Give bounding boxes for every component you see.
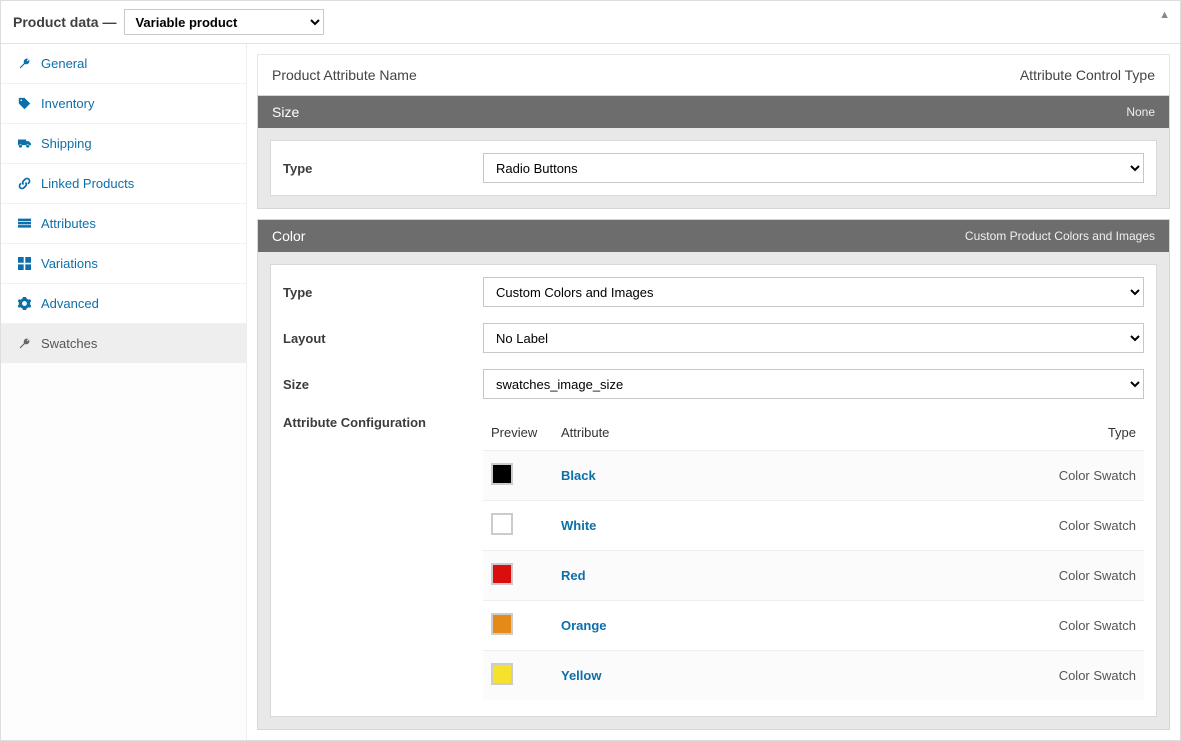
attribute-control-type: None: [1126, 105, 1155, 119]
field-label: Attribute Configuration: [283, 415, 483, 430]
product-data-panel: Product data — Variable product ▲ Genera…: [0, 0, 1181, 741]
column-header-attribute-name: Product Attribute Name: [272, 67, 417, 83]
sidebar-item-label: Attributes: [41, 216, 96, 231]
sidebar-item-advanced[interactable]: Advanced: [1, 283, 246, 323]
swatch-attribute-name[interactable]: White: [561, 518, 596, 533]
table-row[interactable]: Orange Color Swatch: [483, 601, 1144, 651]
type-select[interactable]: Radio Buttons: [483, 153, 1144, 183]
sidebar-item-label: Inventory: [41, 96, 94, 111]
size-select[interactable]: swatches_image_size: [483, 369, 1144, 399]
link-icon: [15, 177, 33, 190]
field-label: Size: [283, 377, 483, 392]
swatch-type: Color Swatch: [794, 501, 1144, 551]
swatch-attribute-name[interactable]: Black: [561, 468, 596, 483]
wrench-icon: [15, 57, 33, 70]
attribute-name: Color: [272, 228, 305, 244]
swatch-preview: [491, 463, 513, 485]
swatch-preview: [491, 563, 513, 585]
sidebar-item-label: Swatches: [41, 336, 97, 351]
sidebar-item-linked-products[interactable]: Linked Products: [1, 163, 246, 203]
sidebar-item-general[interactable]: General: [1, 44, 246, 83]
attribute-control-type: Custom Product Colors and Images: [965, 229, 1155, 243]
table-row[interactable]: Black Color Swatch: [483, 451, 1144, 501]
field-row-type: Type Custom Colors and Images: [283, 277, 1144, 307]
sidebar-item-label: General: [41, 56, 87, 71]
attribute-section-size: Size None Type Radio Buttons: [257, 95, 1170, 209]
sidebar-item-swatches[interactable]: Swatches: [1, 323, 246, 363]
section-header-row: Product Attribute Name Attribute Control…: [257, 54, 1170, 95]
field-row-layout: Layout No Label: [283, 323, 1144, 353]
swatch-attribute-name[interactable]: Red: [561, 568, 586, 583]
attribute-section-header[interactable]: Size None: [258, 96, 1169, 128]
table-row[interactable]: White Color Swatch: [483, 501, 1144, 551]
field-label: Type: [283, 161, 483, 176]
swatch-type: Color Swatch: [794, 551, 1144, 601]
table-header-type: Type: [794, 415, 1144, 451]
attribute-name: Size: [272, 104, 299, 120]
gear-icon: [15, 297, 33, 310]
sidebar-item-shipping[interactable]: Shipping: [1, 123, 246, 163]
tag-icon: [15, 97, 33, 110]
field-row-type: Type Radio Buttons: [270, 140, 1157, 196]
swatch-type: Color Swatch: [794, 601, 1144, 651]
field-label: Type: [283, 285, 483, 300]
field-label: Layout: [283, 331, 483, 346]
sidebar-item-attributes[interactable]: Attributes: [1, 203, 246, 243]
table-row[interactable]: Yellow Color Swatch: [483, 651, 1144, 701]
sidebar: General Inventory Shipping Linked Produc…: [1, 44, 247, 740]
sidebar-item-inventory[interactable]: Inventory: [1, 83, 246, 123]
attribute-section-color: Color Custom Product Colors and Images T…: [257, 219, 1170, 730]
swatch-attribute-name[interactable]: Orange: [561, 618, 607, 633]
swatch-attribute-name[interactable]: Yellow: [561, 668, 601, 683]
list-icon: [15, 217, 33, 230]
truck-icon: [15, 137, 33, 150]
column-header-control-type: Attribute Control Type: [1020, 67, 1155, 83]
field-row-size: Size swatches_image_size: [283, 369, 1144, 399]
attribute-config-table: Preview Attribute Type Black Color Swatch…: [483, 415, 1144, 700]
grid-icon: [15, 257, 33, 270]
table-row[interactable]: Red Color Swatch: [483, 551, 1144, 601]
swatch-preview: [491, 613, 513, 635]
sidebar-item-label: Shipping: [41, 136, 92, 151]
field-row-attribute-config: Attribute Configuration Preview Attribut…: [283, 415, 1144, 700]
sidebar-item-label: Advanced: [41, 296, 99, 311]
table-header-attribute: Attribute: [553, 415, 794, 451]
sidebar-item-variations[interactable]: Variations: [1, 243, 246, 283]
sidebar-item-label: Variations: [41, 256, 98, 271]
table-header-preview: Preview: [483, 415, 553, 451]
swatch-type: Color Swatch: [794, 651, 1144, 701]
content-area: Product Attribute Name Attribute Control…: [247, 44, 1180, 740]
sidebar-item-label: Linked Products: [41, 176, 134, 191]
swatch-type: Color Swatch: [794, 451, 1144, 501]
collapse-toggle-icon[interactable]: ▲: [1159, 9, 1170, 21]
swatch-preview: [491, 513, 513, 535]
panel-header: Product data — Variable product ▲: [1, 1, 1180, 44]
swatch-preview: [491, 663, 513, 685]
layout-select[interactable]: No Label: [483, 323, 1144, 353]
wrench-icon: [15, 337, 33, 350]
type-select[interactable]: Custom Colors and Images: [483, 277, 1144, 307]
attribute-section-header[interactable]: Color Custom Product Colors and Images: [258, 220, 1169, 252]
product-type-select[interactable]: Variable product: [124, 9, 324, 35]
panel-title: Product data —: [13, 14, 116, 30]
